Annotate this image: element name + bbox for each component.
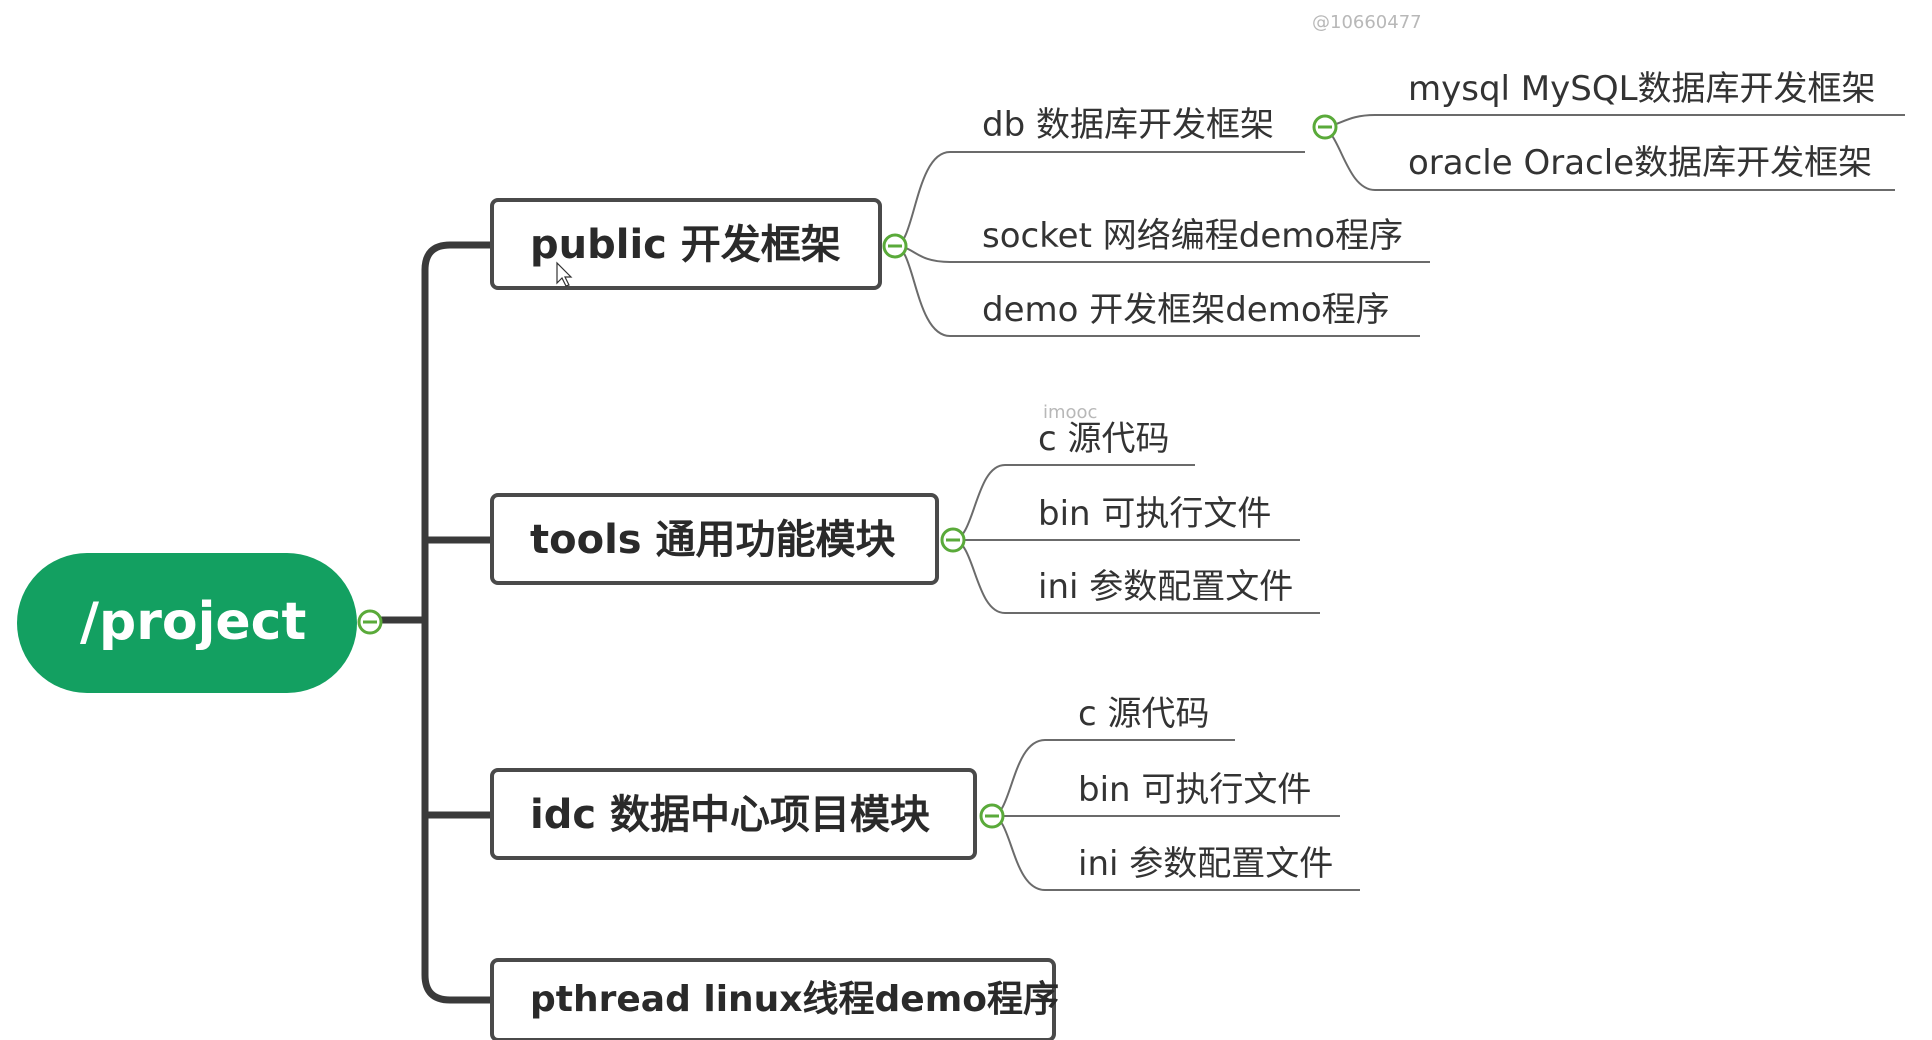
node-idc-ini[interactable]: ini 参数配置文件 bbox=[1078, 847, 1333, 881]
branch-label-tools: tools 通用功能模块 bbox=[530, 517, 896, 563]
node-tools-ini[interactable]: ini 参数配置文件 bbox=[1038, 570, 1293, 604]
db-collapse-toggle[interactable] bbox=[1312, 114, 1338, 140]
node-oracle[interactable]: oracle Oracle数据库开发框架 bbox=[1408, 146, 1872, 180]
node-tools-bin[interactable]: bin 可执行文件 bbox=[1038, 497, 1271, 531]
branch-label-pthread: pthread linux线程demo程序 bbox=[530, 979, 1059, 1020]
watermark-id: @10660477 bbox=[1312, 12, 1422, 33]
root-collapse-toggle[interactable] bbox=[357, 609, 383, 635]
node-idc-c[interactable]: c 源代码 bbox=[1078, 697, 1210, 731]
public-collapse-toggle[interactable] bbox=[882, 233, 908, 259]
node-idc-bin[interactable]: bin 可执行文件 bbox=[1078, 773, 1311, 807]
node-mysql[interactable]: mysql MySQL数据库开发框架 bbox=[1408, 72, 1876, 106]
tools-collapse-toggle[interactable] bbox=[940, 527, 966, 553]
node-demo[interactable]: demo 开发框架demo程序 bbox=[982, 293, 1390, 327]
branch-label-public: public 开发框架 bbox=[530, 222, 841, 268]
root-label: /project bbox=[80, 592, 307, 652]
node-tools-c[interactable]: c 源代码 bbox=[1038, 422, 1170, 456]
node-socket[interactable]: socket 网络编程demo程序 bbox=[982, 219, 1403, 253]
node-db[interactable]: db 数据库开发框架 bbox=[982, 108, 1274, 142]
idc-collapse-toggle[interactable] bbox=[979, 803, 1005, 829]
trunk-connectors bbox=[366, 241, 494, 1004]
branch-label-idc: idc 数据中心项目模块 bbox=[530, 792, 930, 838]
